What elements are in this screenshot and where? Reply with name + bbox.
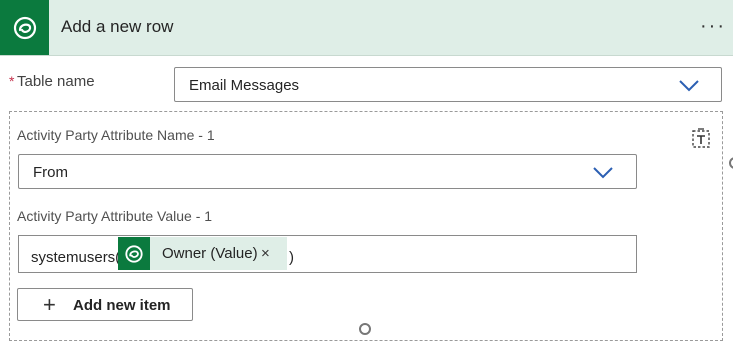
plus-icon: +: [43, 292, 56, 317]
attribute-value-label: Activity Party Attribute Value - 1: [17, 208, 213, 224]
dataverse-logo-icon: [0, 0, 49, 55]
table-name-dropdown[interactable]: Email Messages: [174, 67, 722, 102]
action-title: Add a new row: [61, 17, 174, 36]
action-header[interactable]: Add a new row ···: [0, 0, 733, 56]
dataverse-logo-icon: [118, 237, 150, 270]
add-new-item-button[interactable]: + Add new item: [17, 288, 193, 321]
chevron-down-icon: [679, 80, 699, 92]
remove-token-button[interactable]: ×: [261, 245, 270, 262]
attribute-name-label: Activity Party Attribute Name - 1: [17, 127, 215, 143]
attribute-name-value: From: [33, 164, 68, 181]
chevron-down-icon: [593, 167, 613, 179]
delete-item-icon[interactable]: [690, 128, 712, 150]
bottom-connector-handle[interactable]: [359, 323, 371, 335]
attribute-name-dropdown[interactable]: From: [18, 154, 637, 189]
required-marker: *: [9, 73, 15, 89]
dynamic-content-token[interactable]: Owner (Value) ×: [118, 237, 287, 270]
more-options-button[interactable]: ···: [699, 14, 727, 38]
attribute-value-suffix: ): [289, 249, 294, 266]
table-name-label: Table name: [17, 73, 95, 90]
attribute-value-prefix: systemusers(: [31, 249, 121, 266]
token-label: Owner (Value): [162, 245, 258, 262]
right-connector-handle[interactable]: [729, 157, 733, 169]
add-new-item-label: Add new item: [73, 297, 171, 314]
table-name-value: Email Messages: [189, 77, 300, 94]
